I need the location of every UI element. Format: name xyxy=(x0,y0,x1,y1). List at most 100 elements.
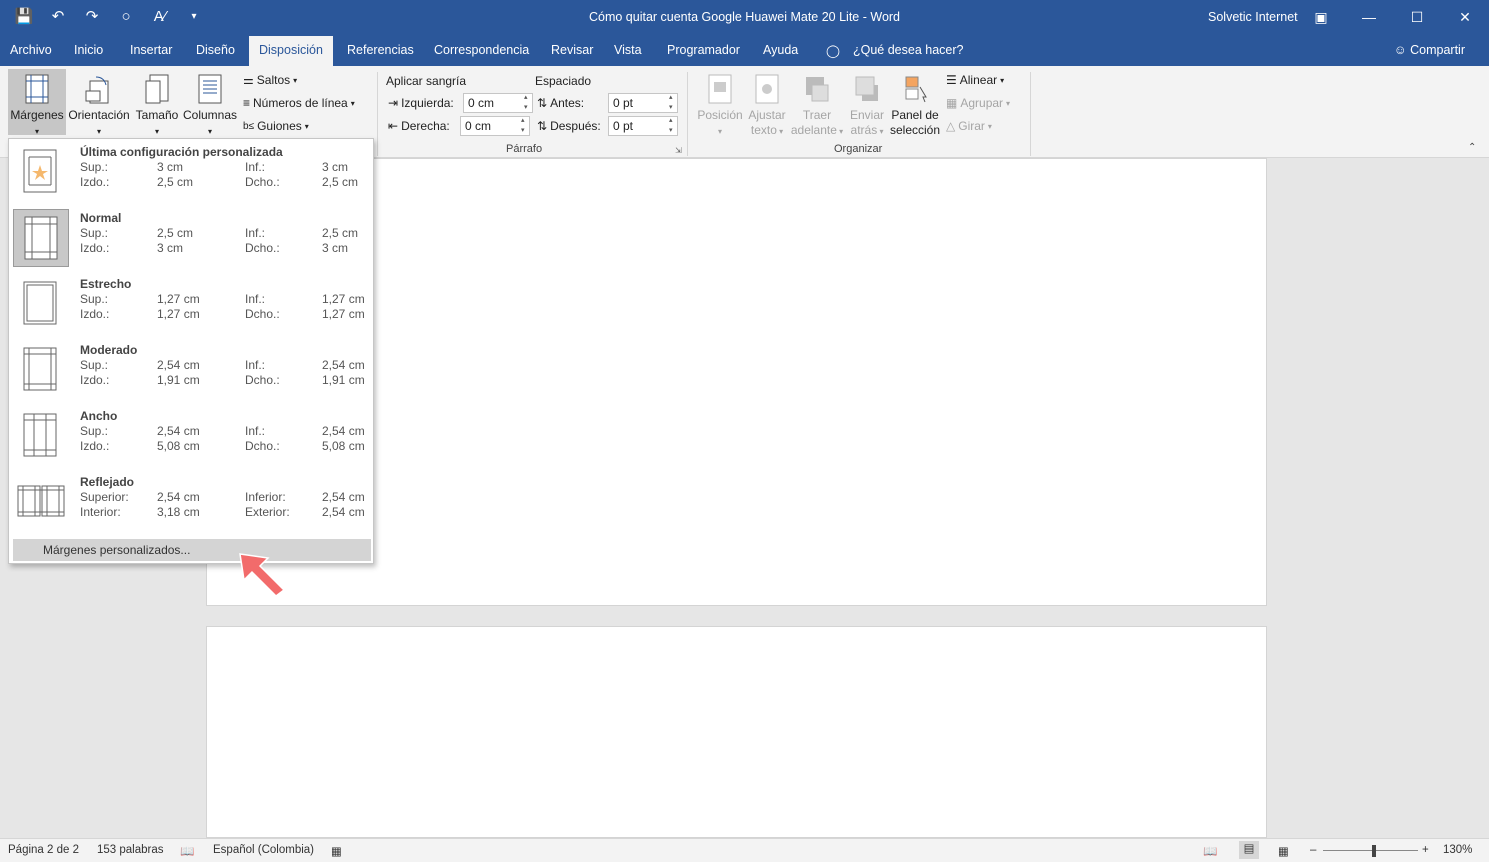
guiones-button[interactable]: b≤ Guiones ▾ xyxy=(243,119,309,133)
margin-value: 1,91 cm xyxy=(157,373,200,387)
maximize-icon[interactable]: ☐ xyxy=(1393,0,1441,34)
undo-icon[interactable]: ↶ xyxy=(48,7,68,27)
tab-archivo[interactable]: Archivo xyxy=(10,43,52,57)
alinear-button[interactable]: ☰ Alinear ▾ xyxy=(946,73,1004,87)
posicion-button[interactable]: Posición ▾ xyxy=(696,73,744,139)
ribbon-display-icon[interactable]: ▣ xyxy=(1297,0,1345,34)
web-layout-icon[interactable]: ▦ xyxy=(1278,844,1289,858)
margenes-button[interactable]: Márgenes ▾ xyxy=(8,69,66,136)
page-count[interactable]: Página 2 de 2 xyxy=(8,844,79,856)
spacing-after-input[interactable]: 0 pt xyxy=(608,116,678,136)
enviar-label-2: atrás xyxy=(850,123,878,137)
margin-value: 2,54 cm xyxy=(157,424,200,438)
spacing-before-input[interactable]: 0 pt xyxy=(608,93,678,113)
margin-key: Dcho.: xyxy=(245,439,280,453)
proofing-icon[interactable]: 📖 xyxy=(180,844,194,858)
margin-name: Última configuración personalizada xyxy=(80,145,283,159)
tab-ayuda[interactable]: Ayuda xyxy=(763,43,798,57)
close-icon[interactable]: ✕ xyxy=(1441,0,1489,34)
tab-revisar[interactable]: Revisar xyxy=(551,43,593,57)
margin-key: Inf.: xyxy=(245,160,266,174)
traer-label-2: adelante xyxy=(790,123,837,137)
tab-referencias[interactable]: Referencias xyxy=(347,43,414,57)
margin-option-ultima[interactable]: Última configuración personalizada Sup.:… xyxy=(13,145,371,207)
save-icon[interactable]: 💾 xyxy=(14,7,34,27)
dropdown-arrow-icon: ▾ xyxy=(1000,75,1005,85)
position-icon xyxy=(708,74,732,104)
ajustar-texto-button[interactable]: Ajustar texto ▾ xyxy=(745,73,789,139)
dropdown-arrow-icon: ▾ xyxy=(836,127,844,136)
customize-qat-icon[interactable]: ▾ xyxy=(184,7,204,27)
antes-label-row: ⇅ Antes: xyxy=(537,96,584,110)
ribbon-tabs: Archivo Inicio Insertar Diseño Disposici… xyxy=(0,36,1489,66)
zoom-out-icon[interactable]: – xyxy=(1310,844,1316,856)
organizar-group-label: Organizar xyxy=(834,143,883,155)
collapse-ribbon-icon[interactable]: ⌃ xyxy=(1468,142,1476,153)
indent-left-input[interactable]: 0 cm xyxy=(463,93,533,113)
margin-value: 2,54 cm xyxy=(322,424,365,438)
margin-option-estrecho[interactable]: Estrecho Sup.: 1,27 cm Inf.: 1,27 cm Izd… xyxy=(13,277,371,339)
columnas-label: Columnas xyxy=(182,108,238,122)
saltos-label: Saltos xyxy=(256,73,291,87)
language[interactable]: Español (Colombia) xyxy=(213,844,314,856)
custom-margins-item[interactable]: Márgenes personalizados... xyxy=(13,539,371,561)
panel-seleccion-button[interactable]: Panel de selección xyxy=(889,73,941,138)
narrow-margins-icon xyxy=(23,281,57,325)
tab-insertar[interactable]: Insertar xyxy=(130,43,172,57)
macro-icon[interactable]: ▦ xyxy=(331,844,342,858)
tab-disposicion[interactable]: Disposición xyxy=(249,36,333,66)
panel-label-1: Panel de xyxy=(891,108,939,122)
margin-key: Inf.: xyxy=(245,424,266,438)
panel-label-2: selección xyxy=(889,123,941,137)
orientacion-label: Orientación xyxy=(68,108,130,122)
indent-right-input[interactable]: 0 cm xyxy=(460,116,530,136)
word-count[interactable]: 153 palabras xyxy=(97,844,164,856)
dropdown-arrow-icon: ▾ xyxy=(34,127,39,136)
document-page-2[interactable] xyxy=(206,626,1267,838)
agrupar-button[interactable]: ▦ Agrupar ▾ xyxy=(946,96,1010,110)
margin-value: 1,91 cm xyxy=(322,373,365,387)
margin-option-reflejado[interactable]: Reflejado Superior: 2,54 cm Inferior: 2,… xyxy=(13,475,371,537)
columns-icon xyxy=(198,74,222,104)
tamano-button[interactable]: Tamaño ▾ xyxy=(134,73,180,139)
dialog-launcher-icon[interactable]: ⇲ xyxy=(675,146,682,155)
tell-me-search[interactable]: ¿Qué desea hacer? xyxy=(853,43,964,57)
margin-key: Inf.: xyxy=(245,226,266,240)
numeros-label: Números de línea xyxy=(253,96,348,110)
format-icon[interactable]: A⁄ xyxy=(150,7,170,27)
zoom-slider[interactable] xyxy=(1323,850,1418,851)
zoom-level[interactable]: 130% xyxy=(1443,844,1472,856)
girar-button[interactable]: △ Girar ▾ xyxy=(946,119,992,133)
print-layout-icon[interactable]: ▤ xyxy=(1239,841,1259,859)
tab-programador[interactable]: Programador xyxy=(667,43,740,57)
read-mode-icon[interactable]: 📖 xyxy=(1203,844,1217,858)
margin-option-ancho[interactable]: Ancho Sup.: 2,54 cm Inf.: 2,54 cm Izdo.:… xyxy=(13,409,371,471)
minimize-icon[interactable]: — xyxy=(1345,0,1393,34)
columnas-button[interactable]: Columnas ▾ xyxy=(182,73,238,139)
tab-diseno[interactable]: Diseño xyxy=(196,43,235,57)
orientacion-button[interactable]: Orientación ▾ xyxy=(68,73,130,139)
redo-icon[interactable]: ↷ xyxy=(82,7,102,27)
numeros-linea-button[interactable]: ≡ Números de línea ▾ xyxy=(243,96,355,110)
circle-icon[interactable]: ○ xyxy=(116,7,136,27)
share-button[interactable]: ☺ Compartir xyxy=(1394,43,1465,57)
margenes-label: Márgenes xyxy=(10,108,64,122)
enviar-atras-button[interactable]: Enviar atrás ▾ xyxy=(845,73,889,139)
traer-adelante-button[interactable]: Traer adelante ▾ xyxy=(790,73,844,139)
tab-correspondencia[interactable]: Correspondencia xyxy=(434,43,529,57)
tab-vista[interactable]: Vista xyxy=(614,43,642,57)
user-name[interactable]: Solvetic Internet xyxy=(1208,10,1298,24)
margin-key: Inferior: xyxy=(245,490,286,504)
margin-option-moderado[interactable]: Moderado Sup.: 2,54 cm Inf.: 2,54 cm Izd… xyxy=(13,343,371,405)
hyphenation-icon: b≤ xyxy=(243,120,255,132)
parrafo-group-label: Párrafo xyxy=(506,143,543,155)
margin-key: Izdo.: xyxy=(80,241,110,255)
margin-key: Sup.: xyxy=(80,160,109,174)
margin-option-normal[interactable]: Normal Sup.: 2,5 cm Inf.: 2,5 cm Izdo.: … xyxy=(13,209,371,273)
dropdown-arrow-icon: ▾ xyxy=(96,127,101,136)
zoom-slider-thumb[interactable] xyxy=(1372,845,1376,857)
tab-inicio[interactable]: Inicio xyxy=(74,43,103,57)
zoom-in-icon[interactable]: + xyxy=(1422,844,1429,856)
despues-label: Después: xyxy=(550,119,601,133)
saltos-button[interactable]: ⚌ Saltos ▾ xyxy=(243,73,297,87)
